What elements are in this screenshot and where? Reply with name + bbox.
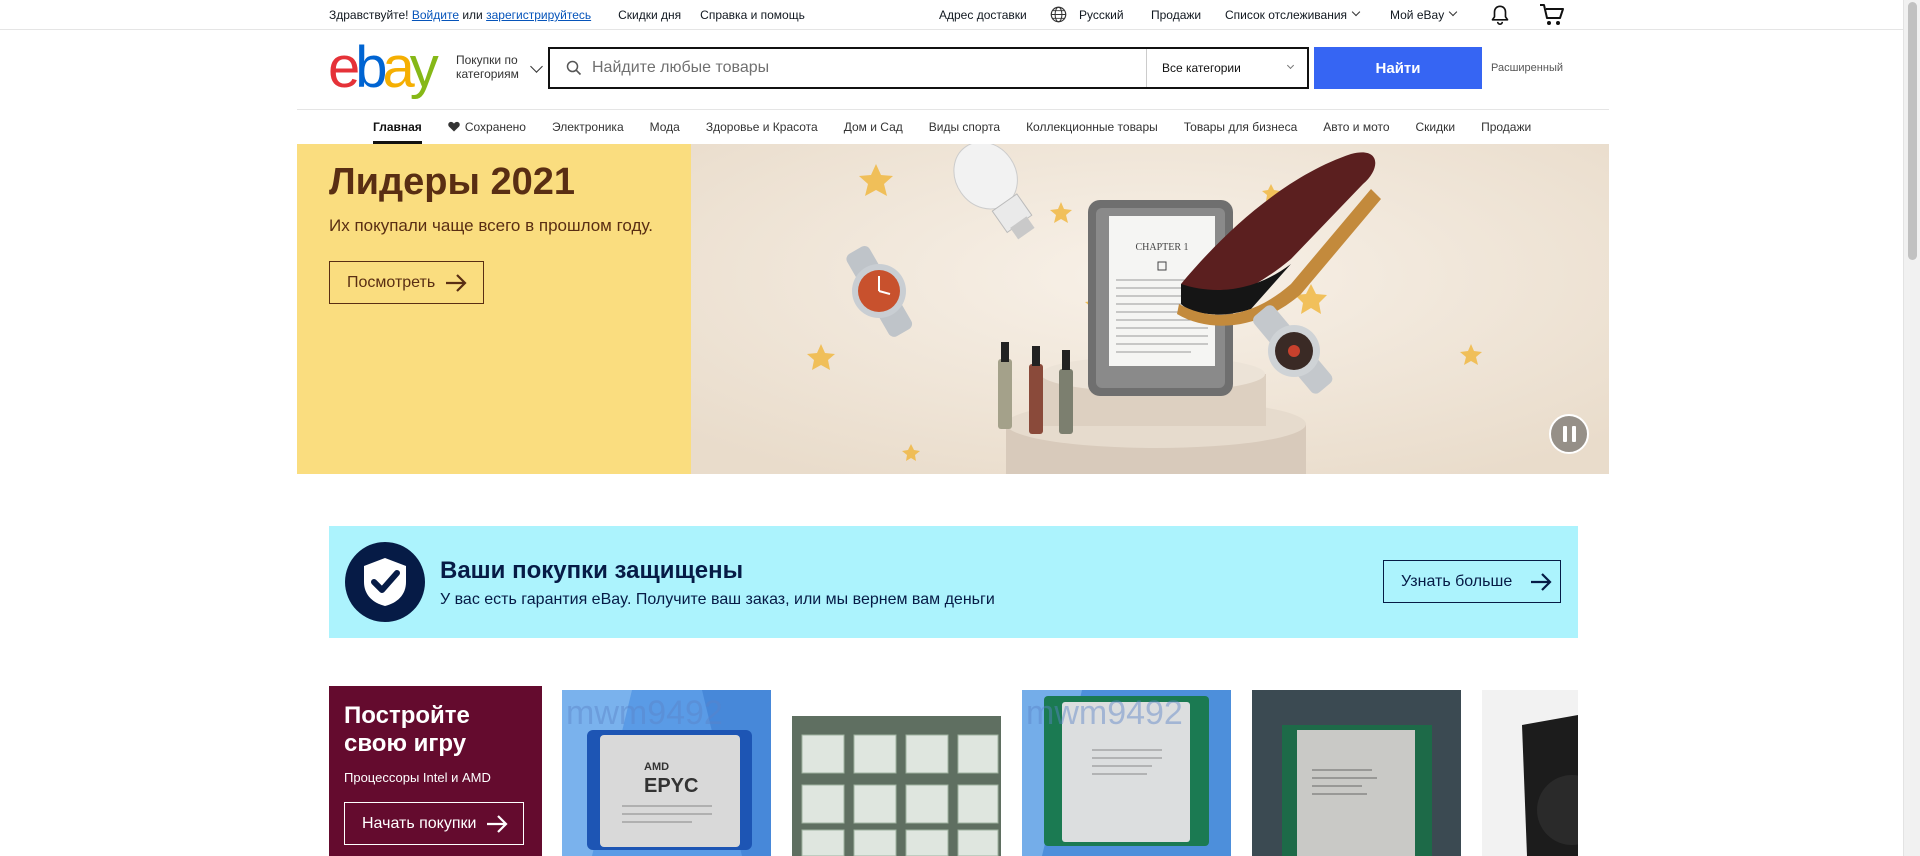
product-image-gpu[interactable] (1482, 690, 1578, 856)
language-selector[interactable]: Русский (1050, 6, 1124, 23)
search-placeholder: Найдите любые товары (592, 59, 770, 76)
search-input[interactable]: Найдите любые товары (550, 49, 1147, 87)
product-image-amd-epyc[interactable]: AMD EPYC mwm9492 (562, 690, 771, 856)
search-button[interactable]: Найти (1314, 47, 1482, 89)
product-image-intel-core[interactable] (1252, 690, 1461, 856)
nav-item-health-beauty[interactable]: Здоровье и Красота (706, 120, 818, 144)
top-bar-left: Здравствуйте! Войдите или зарегистрируйт… (329, 8, 805, 22)
nav-item-sports[interactable]: Виды спорта (929, 120, 1000, 144)
nav-item-fashion[interactable]: Мода (650, 120, 680, 144)
hero-banner[interactable]: Лидеры 2021 Их покупали чаще всего в про… (297, 144, 1609, 474)
product-image-cpu-tray[interactable] (792, 690, 1001, 856)
hero-view-button-label: Посмотреть (347, 273, 436, 291)
hero-products-image: CHAPTER 1 (691, 144, 1609, 474)
sell-link[interactable]: Продажи (1151, 8, 1201, 22)
nav-item-saved-label: Сохранено (464, 120, 526, 134)
logo-letter-y: y (409, 35, 439, 100)
language-label: Русский (1079, 7, 1124, 22)
logo-letter-b: b (355, 35, 387, 100)
heart-icon (448, 121, 460, 132)
chevron-down-icon (1448, 7, 1458, 17)
category-nav: Главная Сохранено Электроника Мода Здоро… (373, 120, 1557, 144)
watchlist-label: Список отслеживания (1225, 8, 1348, 22)
hero-text-panel: Лидеры 2021 Их покупали чаще всего в про… (297, 144, 691, 474)
search-bar: Найдите любые товары Все категории (548, 47, 1309, 89)
chevron-down-icon (1351, 7, 1361, 17)
nav-item-saved[interactable]: Сохранено (448, 120, 526, 144)
arrow-right-icon (446, 273, 467, 292)
nav-item-deals[interactable]: Скидки (1416, 120, 1456, 144)
games-subtitle: Процессоры Intel и AMD (344, 770, 491, 785)
nav-item-home-garden[interactable]: Дом и Сад (844, 120, 903, 144)
daily-deals-link[interactable]: Скидки дня (618, 8, 681, 22)
nav-item-home[interactable]: Главная (373, 120, 422, 144)
buyer-protection-banner: Ваши покупки защищены У вас есть гаранти… (329, 526, 1578, 638)
register-link[interactable]: зарегистрируйтесь (486, 8, 591, 22)
product-image-intel-xeon[interactable]: mwm9492 (1022, 690, 1231, 856)
nav-item-business[interactable]: Товары для бизнеса (1184, 120, 1298, 144)
ship-to-link[interactable]: Адрес доставки (939, 8, 1027, 22)
top-bar: Здравствуйте! Войдите или зарегистрируйт… (0, 0, 1903, 30)
notification-bell-icon[interactable] (1489, 4, 1511, 26)
shop-by-category-line2: категориям (456, 67, 519, 81)
pause-icon (1571, 426, 1576, 442)
product-watermark: mwm9492 (1026, 694, 1183, 732)
amd-model-text: EPYC (644, 775, 698, 797)
globe-icon (1050, 6, 1067, 23)
arrow-right-icon (1531, 572, 1552, 591)
product-watermark: mwm9492 (566, 694, 723, 732)
chevron-down-icon[interactable] (530, 60, 543, 73)
ebay-logo[interactable]: ebay (328, 39, 439, 97)
or-text: или (462, 8, 483, 22)
my-ebay-label: Мой eBay (1390, 8, 1445, 22)
nav-item-collectibles[interactable]: Коллекционные товары (1026, 120, 1158, 144)
hero-subtitle: Их покупали чаще всего в прошлом году. (329, 216, 653, 235)
shop-by-category-line1: Покупки по (456, 53, 518, 67)
book-chapter-heading: CHAPTER 1 (1135, 242, 1188, 253)
protection-subtitle: У вас есть гарантия eBay. Получите ваш з… (440, 591, 995, 608)
nav-divider (297, 109, 1609, 110)
learn-more-button[interactable]: Узнать больше (1383, 560, 1561, 603)
arrow-right-icon (487, 814, 508, 833)
help-link[interactable]: Справка и помощь (700, 8, 805, 22)
shop-by-category-button[interactable]: Покупки по категориям (456, 53, 519, 81)
cart-icon[interactable] (1539, 3, 1565, 27)
start-shopping-label: Начать покупки (362, 814, 477, 832)
greeting-text: Здравствуйте! (329, 8, 409, 22)
nav-item-electronics[interactable]: Электроника (552, 120, 624, 144)
my-ebay-menu[interactable]: Мой eBay (1390, 7, 1458, 22)
vertical-scrollbar[interactable] (1903, 0, 1920, 856)
pause-icon (1562, 426, 1567, 442)
category-select-value: Все категории (1162, 61, 1241, 75)
search-icon (566, 60, 582, 76)
signin-link[interactable]: Войдите (412, 8, 459, 22)
learn-more-label: Узнать больше (1401, 572, 1513, 590)
scrollbar-thumb[interactable] (1908, 2, 1917, 260)
watchlist-menu[interactable]: Список отслеживания (1225, 7, 1361, 22)
advanced-search-link[interactable]: Расширенный (1491, 62, 1563, 74)
nav-item-motors[interactable]: Авто и мото (1323, 120, 1389, 144)
protection-title: Ваши покупки защищены (440, 557, 744, 584)
category-select[interactable]: Все категории (1147, 49, 1307, 87)
chevron-down-icon (1286, 61, 1295, 69)
build-your-game-tile[interactable]: Постройте свою игру Процессоры Intel и A… (329, 686, 542, 856)
nav-item-sell[interactable]: Продажи (1481, 120, 1531, 144)
amd-brand-text: AMD (644, 761, 669, 773)
start-shopping-button[interactable]: Начать покупки (344, 802, 524, 845)
pause-carousel-button[interactable] (1549, 414, 1589, 454)
logo-letter-a: a (382, 35, 415, 100)
hero-title: Лидеры 2021 (329, 161, 576, 203)
games-title: Постройте свою игру (344, 702, 470, 757)
shield-check-icon (345, 542, 425, 622)
logo-letter-e: e (328, 35, 360, 100)
hero-view-button[interactable]: Посмотреть (329, 261, 484, 304)
